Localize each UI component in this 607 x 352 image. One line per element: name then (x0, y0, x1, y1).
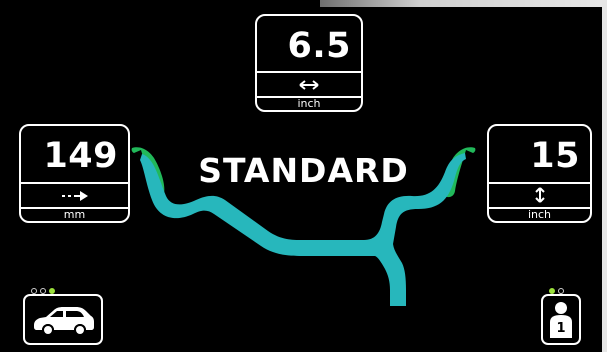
balancer-screen: 6.5 inch 149 mm 15 inch STANDARD 1 (0, 0, 607, 352)
vehicle-type-button[interactable] (23, 294, 103, 345)
car-icon (34, 306, 94, 336)
user-profile-button[interactable]: 1 (541, 294, 581, 345)
balancing-mode-label: STANDARD (198, 151, 409, 190)
user-number-badge: 1 (556, 321, 566, 336)
